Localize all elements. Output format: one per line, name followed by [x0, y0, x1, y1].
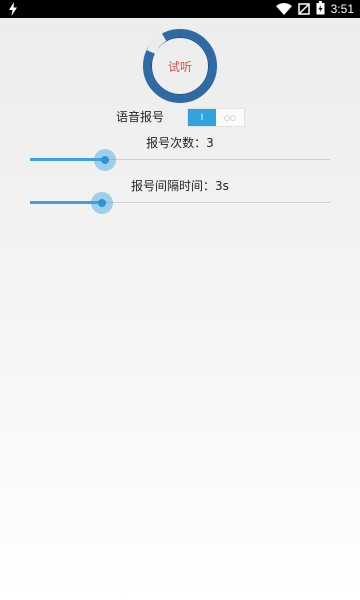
status-bar: 3:51 [0, 0, 360, 18]
toggle-on-segment[interactable]: I [188, 109, 216, 126]
interval-slider[interactable] [30, 192, 330, 214]
status-time: 3:51 [330, 2, 354, 16]
listen-button[interactable]: 试听 [140, 26, 220, 106]
slider-thumb[interactable] [98, 199, 106, 207]
voice-announce-label: 语音报号 [116, 110, 165, 124]
battery-icon [316, 0, 325, 19]
wifi-icon [275, 0, 292, 19]
repeat-count-slider[interactable] [30, 149, 330, 171]
slider-thumb[interactable] [101, 156, 109, 164]
toggle-off-segment[interactable]: ○○ [216, 109, 244, 126]
no-sim-icon [297, 0, 310, 19]
listen-label: 试听 [167, 59, 192, 74]
voice-announce-toggle[interactable]: I ○○ [187, 108, 245, 127]
flash-icon [8, 1, 18, 20]
